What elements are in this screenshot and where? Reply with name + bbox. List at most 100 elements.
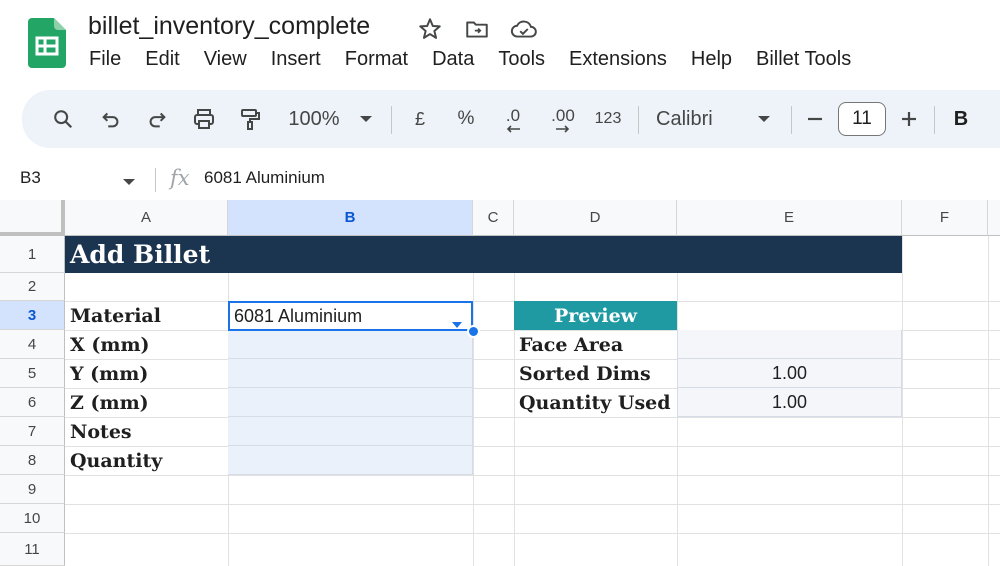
- gridline: [65, 504, 1000, 505]
- dropdown-chevron-down-icon[interactable]: [451, 313, 463, 334]
- gridline: [65, 475, 1000, 476]
- row-header-2[interactable]: 2: [0, 273, 65, 301]
- arrow-left-icon: [506, 125, 520, 133]
- toolbar-divider: [934, 106, 935, 134]
- column-header-b[interactable]: B: [228, 200, 473, 236]
- row-header-5[interactable]: 5: [0, 359, 65, 388]
- minus-icon[interactable]: [804, 90, 826, 148]
- menu-extensions[interactable]: Extensions: [569, 48, 667, 71]
- spreadsheet-grid: A B C D E F 1 2 3 4 5 6 7 8 9 10 11 Add …: [0, 200, 1000, 566]
- row-header-8[interactable]: 8: [0, 446, 65, 475]
- row-header-10[interactable]: 10: [0, 504, 65, 533]
- formula-bar: B3 fx 6081 Aluminium: [0, 160, 1000, 200]
- font-family-select[interactable]: Calibri: [656, 90, 732, 148]
- add-billet-banner[interactable]: Add Billet: [65, 236, 902, 273]
- menu-bar: File Edit View Insert Format Data Tools …: [89, 48, 875, 71]
- cloud-saved-icon[interactable]: [510, 16, 537, 42]
- search-icon[interactable]: [48, 90, 78, 148]
- toolbar: 100% £ % .0 .00 123 Calibri 11 B: [22, 90, 1000, 148]
- notes-label: Notes: [70, 420, 132, 443]
- formula-divider: [155, 168, 156, 192]
- zoom-value[interactable]: 100%: [284, 90, 344, 148]
- menu-help[interactable]: Help: [691, 48, 732, 71]
- paint-format-icon[interactable]: [236, 90, 264, 148]
- row-header-1[interactable]: 1: [0, 236, 65, 273]
- decrease-decimals-label: .0: [505, 106, 521, 125]
- gridline: [473, 236, 474, 566]
- quantity-input-cell[interactable]: [228, 446, 473, 475]
- quantity-label: Quantity: [70, 449, 163, 472]
- gridline: [65, 417, 1000, 418]
- bold-button[interactable]: B: [948, 90, 974, 148]
- z-mm-input-cell[interactable]: [228, 388, 473, 417]
- row-header-9[interactable]: 9: [0, 475, 65, 504]
- move-folder-icon[interactable]: [464, 16, 490, 42]
- percent-format-button[interactable]: %: [454, 90, 478, 148]
- name-box[interactable]: B3: [20, 168, 41, 188]
- gridline: [902, 236, 903, 566]
- print-icon[interactable]: [190, 90, 218, 148]
- fill-handle[interactable]: [467, 325, 480, 338]
- x-mm-label: X (mm): [70, 333, 150, 356]
- menu-view[interactable]: View: [204, 48, 247, 71]
- menu-tools[interactable]: Tools: [498, 48, 545, 71]
- increase-decimals-label: .00: [551, 106, 575, 125]
- gridline: [65, 446, 1000, 447]
- more-formats-button[interactable]: 123: [590, 90, 626, 148]
- redo-icon[interactable]: [144, 90, 170, 148]
- increase-decimals-button[interactable]: .00: [544, 90, 582, 148]
- name-box-chevron-down-icon[interactable]: [122, 174, 136, 192]
- font-chevron-down-icon[interactable]: [754, 90, 774, 148]
- fx-icon: fx: [170, 166, 190, 190]
- column-header-f[interactable]: F: [902, 200, 988, 236]
- row-header-3[interactable]: 3: [0, 301, 65, 330]
- zoom-chevron-down-icon[interactable]: [356, 90, 376, 148]
- undo-icon[interactable]: [98, 90, 124, 148]
- row-header-6[interactable]: 6: [0, 388, 65, 417]
- row-header-4[interactable]: 4: [0, 330, 65, 359]
- face-area-label: Face Area: [519, 333, 624, 356]
- decrease-decimals-button[interactable]: .0: [496, 90, 530, 148]
- menu-edit[interactable]: Edit: [145, 48, 179, 71]
- sheets-logo-icon[interactable]: [28, 18, 66, 68]
- material-label: Material: [70, 305, 161, 327]
- column-header-d[interactable]: D: [514, 200, 677, 236]
- sorted-dims-value[interactable]: 1.00: [677, 359, 902, 388]
- material-dropdown-cell[interactable]: 6081 Aluminium: [228, 301, 473, 331]
- z-mm-label: Z (mm): [70, 391, 149, 414]
- plus-icon[interactable]: [898, 90, 920, 148]
- star-icon[interactable]: [417, 16, 443, 42]
- currency-format-button[interactable]: £: [408, 90, 432, 148]
- menu-file[interactable]: File: [89, 48, 121, 71]
- y-mm-label: Y (mm): [70, 362, 149, 385]
- y-mm-input-cell[interactable]: [228, 359, 473, 388]
- material-value: 6081 Aluminium: [234, 305, 363, 326]
- quantity-used-value[interactable]: 1.00: [677, 388, 902, 417]
- select-all-corner[interactable]: [0, 200, 65, 236]
- row-header-7[interactable]: 7: [0, 417, 65, 446]
- gridline: [988, 236, 989, 566]
- menu-billet-tools[interactable]: Billet Tools: [756, 48, 851, 71]
- row-header-11[interactable]: 11: [0, 533, 65, 566]
- font-size-input[interactable]: 11: [838, 102, 886, 136]
- quantity-used-label: Quantity Used: [519, 391, 671, 414]
- arrow-right-icon: [556, 125, 570, 133]
- column-header-a[interactable]: A: [65, 200, 228, 236]
- sorted-dims-label: Sorted Dims: [519, 362, 651, 385]
- menu-data[interactable]: Data: [432, 48, 474, 71]
- preview-header: Preview: [514, 301, 677, 330]
- menu-insert[interactable]: Insert: [271, 48, 321, 71]
- notes-input-cell[interactable]: [228, 417, 473, 446]
- toolbar-divider: [391, 106, 392, 134]
- face-area-value[interactable]: [677, 330, 902, 359]
- gridline: [65, 533, 1000, 534]
- document-title[interactable]: billet_inventory_complete: [88, 12, 370, 41]
- toolbar-divider: [638, 106, 639, 134]
- column-header-c[interactable]: C: [473, 200, 514, 236]
- column-header-e[interactable]: E: [677, 200, 902, 236]
- column-header-g[interactable]: [988, 200, 1000, 236]
- x-mm-input-cell[interactable]: [228, 330, 473, 359]
- menu-format[interactable]: Format: [345, 48, 408, 71]
- formula-input[interactable]: 6081 Aluminium: [204, 168, 325, 188]
- toolbar-divider: [791, 106, 792, 134]
